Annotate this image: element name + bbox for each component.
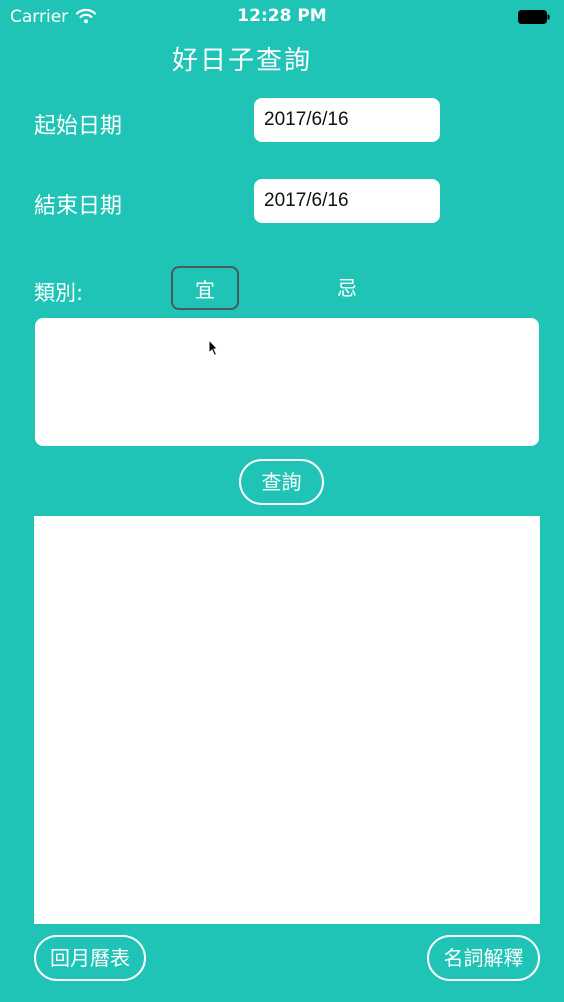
status-bar: Carrier 12:28 PM — [0, 0, 564, 34]
battery-icon — [518, 10, 550, 24]
category-ji-button[interactable]: 忌 — [313, 266, 381, 310]
category-yi-button[interactable]: 宜 — [171, 266, 239, 310]
app-screen: Carrier 12:28 PM 好日子查詢 起始日期 2017/6/16 結束… — [0, 0, 564, 1002]
end-date-field[interactable]: 2017/6/16 — [254, 179, 440, 223]
start-date-field[interactable]: 2017/6/16 — [254, 98, 440, 142]
page-title: 好日子查詢 — [171, 46, 312, 76]
end-date-label: 結束日期 — [34, 194, 123, 219]
status-time: 12:28 PM — [237, 6, 327, 26]
results-panel[interactable] — [34, 516, 540, 924]
query-button[interactable]: 查詢 — [239, 459, 324, 505]
glossary-button[interactable]: 名詞解釋 — [427, 935, 540, 981]
start-date-label: 起始日期 — [34, 114, 123, 139]
keyword-textarea[interactable] — [35, 318, 539, 446]
back-to-calendar-button[interactable]: 回月曆表 — [34, 935, 146, 981]
mouse-cursor-icon — [208, 339, 218, 357]
category-label: 類別: — [34, 281, 84, 305]
